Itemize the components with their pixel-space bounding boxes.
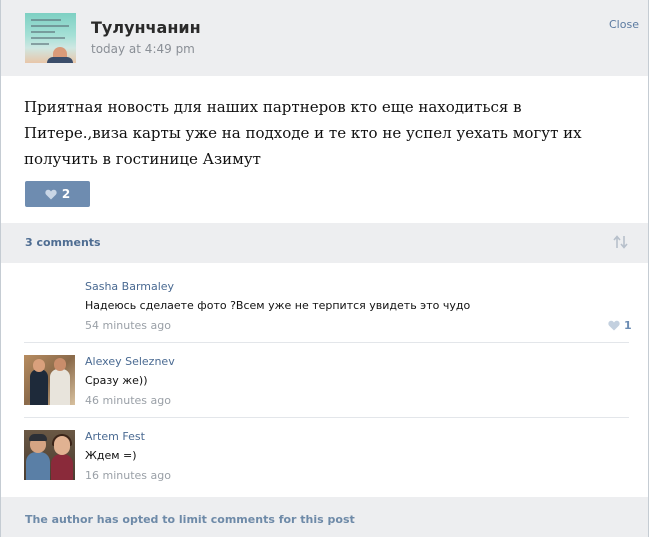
post-timestamp[interactable]: today at 4:49 pm [91, 42, 195, 56]
comment-timestamp[interactable]: 46 minutes ago [85, 394, 171, 407]
comment-text: Ждем =) [85, 449, 137, 462]
like-count: 2 [61, 187, 71, 201]
sort-icon[interactable] [613, 235, 629, 249]
comments-header: 3 comments [1, 223, 648, 263]
comment-author[interactable]: Sasha Barmaley [85, 280, 174, 293]
comment-author[interactable]: Alexey Seleznev [85, 355, 175, 368]
comment-text: Сразу же)) [85, 374, 148, 387]
comment-like-count: 1 [624, 319, 632, 332]
comment-item: Artem Fest Ждем =) 16 minutes ago [24, 425, 629, 485]
like-button[interactable]: 2 [25, 181, 90, 207]
post-text: Приятная новость для наших партнеров кто… [24, 98, 582, 168]
comment-item: Alexey Seleznev Сразу же)) 46 minutes ag… [24, 350, 629, 410]
post-header: Тулунчанин today at 4:49 pm Close [1, 0, 648, 76]
divider [24, 342, 629, 343]
author-name[interactable]: Тулунчанин [91, 18, 201, 37]
comment-like-button[interactable]: 1 [608, 319, 632, 332]
comments-restricted-text: The author has opted to limit comments f… [25, 513, 355, 526]
comments-count[interactable]: 3 comments [25, 236, 101, 249]
comment-author[interactable]: Artem Fest [85, 430, 145, 443]
commenter-avatar[interactable] [24, 355, 75, 405]
commenter-avatar[interactable] [24, 430, 75, 480]
close-button[interactable]: Close [609, 18, 639, 31]
heart-icon [608, 320, 620, 331]
author-avatar[interactable] [25, 13, 76, 63]
comment-timestamp[interactable]: 54 minutes ago [85, 319, 171, 332]
comment-item: Sasha Barmaley Надеюсь сделаете фото ?Вс… [24, 275, 632, 335]
heart-icon [45, 189, 57, 199]
comments-restricted-notice: The author has opted to limit comments f… [1, 497, 648, 537]
comment-timestamp[interactable]: 16 minutes ago [85, 469, 171, 482]
divider [24, 417, 629, 418]
comment-text: Надеюсь сделаете фото ?Всем уже не терпи… [85, 299, 471, 312]
